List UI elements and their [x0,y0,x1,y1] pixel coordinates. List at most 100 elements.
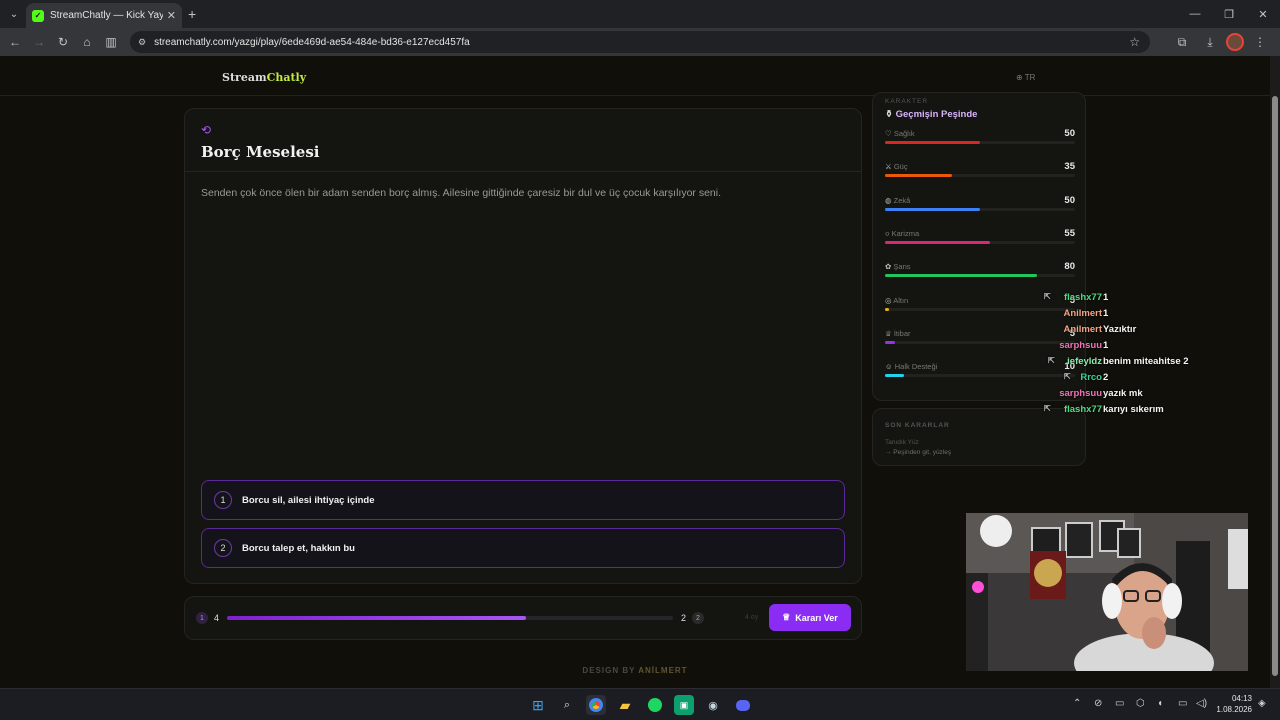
maximize-icon[interactable]: ❐ [1212,0,1246,28]
minimize-icon[interactable]: — [1178,0,1212,28]
stat-bar-fill [885,274,1037,278]
chat-message: Anilmert 1 [1040,307,1200,323]
stat-label: Karizma [891,228,920,238]
steam-icon[interactable]: ◉ [703,695,723,715]
character-name-text: Geçmişin Peşinde [895,109,978,120]
windows-start-icon[interactable]: ⊞ [528,695,548,715]
downloads-icon[interactable]: ⤓ [1198,30,1222,54]
recent-item-meta: Tanıdık Yüz [885,439,919,446]
site-logo[interactable]: StreamChatly [222,71,306,84]
stat-label: İtibar [893,328,911,338]
vote-progress-track [227,616,673,620]
stat-value: 50 [1064,194,1075,206]
clock-date: 1.08.2026 [1216,705,1252,714]
language-switcher[interactable]: ⊕ TR [1016,73,1035,82]
chat-message: ⇱ iefeyldz benim miteahitse 2 [1040,355,1200,371]
side-panel-icon[interactable]: ▥ [99,30,123,54]
chat-username: sarphsuu [1059,340,1102,351]
stat-value: 50 [1064,128,1075,139]
chat-username: flashx77 [1063,404,1102,415]
tab-title: StreamChatly — Kick Yayıncıları [50,10,163,21]
address-bar[interactable]: ⚙ streamchatly.com/yazgi/play/6ede469d-a… [130,31,1150,53]
scrollbar-thumb[interactable] [1272,96,1278,676]
stat-label: Altın [893,295,909,305]
tray-volume-icon[interactable]: ◁) [1196,698,1207,709]
stat-row: ○ Karizma 55 [885,228,1075,249]
site-favicon-icon: ✓ [32,9,44,22]
kick-badge-icon: ⇱ [1044,404,1051,413]
stat-label: Sağlık [893,129,915,138]
home-icon[interactable]: ⌂ [75,30,99,54]
stat-value: 35 [1064,161,1075,173]
tab-close-icon[interactable]: ✕ [167,9,176,22]
choice-number: 2 [214,539,232,557]
extensions-icon[interactable]: ⧉ [1170,30,1194,54]
kick-badge-icon: ⇱ [1064,372,1071,381]
chat-username: sarphsuu [1059,388,1102,399]
forward-icon[interactable]: → [27,30,51,54]
notification-bell-icon[interactable]: ◈ [1258,698,1266,709]
sword-icon: ⚔ [885,162,892,172]
choice-option-2[interactable]: 2 Borcu talep et, hakkın bu [201,528,845,568]
search-icon[interactable]: ⌕ [557,695,577,715]
tray-vpn-icon[interactable]: ⬡ [1136,698,1145,709]
chrome-icon[interactable] [586,695,606,715]
chat-username: Anilmert [1063,308,1102,319]
stat-label: Halk Desteği [894,362,938,372]
new-tab-icon[interactable]: + [188,6,196,22]
choice-label: Borcu sil, ailesi ihtiyaç içinde [242,494,375,506]
choice-option-1[interactable]: 1 Borcu sil, ailesi ihtiyaç içinde [201,480,845,520]
discord-icon[interactable] [733,695,753,715]
stat-row: ◍ Zekâ 50 [885,194,1075,216]
character-kicker: KARAKTER [885,98,929,105]
coins-icon: ◎ [885,295,892,305]
clover-icon: ✿ [885,262,892,272]
choice-label: Borcu talep et, hakkın bu [242,542,355,554]
site-info-icon[interactable]: ⚙ [138,37,146,48]
option-1-votes: 4 [214,613,220,623]
stat-row: ♡ Sağlık 50 [885,128,1075,149]
system-clock[interactable]: 04:13 1.08.2026 [1216,693,1252,715]
chat-text: Yazıktır [1103,324,1137,335]
tray-battery-icon[interactable]: ▭ [1115,698,1124,709]
tray-network-off-icon[interactable]: ⊘ [1094,698,1102,709]
browser-tab[interactable]: ✓ StreamChatly — Kick Yayıncıları ✕ [26,3,182,28]
recent-item-choice: → Peşinden git, yüzleş [885,449,952,456]
decide-button-label: Kararı Ver [795,612,838,623]
decide-button[interactable]: ♕ Kararı Ver [769,604,851,631]
people-icon: ☺ [885,362,893,372]
crown-icon: ♕ [885,328,892,338]
stat-bar-track [885,274,1075,278]
bookmark-star-icon[interactable]: ☆ [1129,35,1140,49]
page-scrollbar[interactable] [1270,56,1280,688]
kick-app-icon[interactable]: ▣ [674,695,694,715]
chat-text: benim miteahitse 2 [1103,356,1189,367]
globe-icon: ⊕ [1016,73,1025,82]
profile-avatar[interactable] [1226,33,1244,51]
spotify-icon[interactable] [645,695,665,715]
back-icon[interactable]: ← [3,30,27,54]
stat-bar-fill [885,141,980,144]
vote-progress-fill [227,616,526,620]
footer-author[interactable]: ANİLMERT [638,666,687,675]
language-code: TR [1024,73,1036,82]
tray-chevron-icon[interactable]: ⌃ [1073,698,1081,709]
tray-display-icon[interactable]: ▭ [1178,698,1187,709]
chat-text: 1 [1103,308,1109,319]
toolbar-right: ⧉ ⤓ ⋮ [1170,30,1272,54]
file-explorer-icon[interactable]: ▰ [615,695,635,715]
site-header: StreamChatly ⊕ TR [0,58,1270,96]
tab-search-icon[interactable]: ⌄ [5,5,23,23]
vote-progress-card: 1 4 2 2 4 oy ♕ Kararı Ver [184,596,862,640]
chat-message: sarphsuu 1 [1040,339,1200,355]
reload-icon[interactable]: ↻ [51,30,75,54]
url-text: streamchatly.com/yazgi/play/6ede469d-ae5… [154,36,470,48]
webcam-image [966,513,1248,671]
option-1-marker: 1 [196,612,208,624]
stat-label: Şans [893,262,911,272]
menu-dots-icon[interactable]: ⋮ [1248,30,1272,54]
close-window-icon[interactable]: ✕ [1246,0,1280,28]
os-taskbar: ⊞ ⌕ ▰ ▣ ◉ ⌃ ⊘ ▭ ⬡ ◖ ▭ ◁) 04:13 1.08.2026… [0,688,1280,720]
tray-mic-icon[interactable]: ◖ [1157,698,1163,709]
stat-row: ✿ Şans 80 [885,261,1075,282]
